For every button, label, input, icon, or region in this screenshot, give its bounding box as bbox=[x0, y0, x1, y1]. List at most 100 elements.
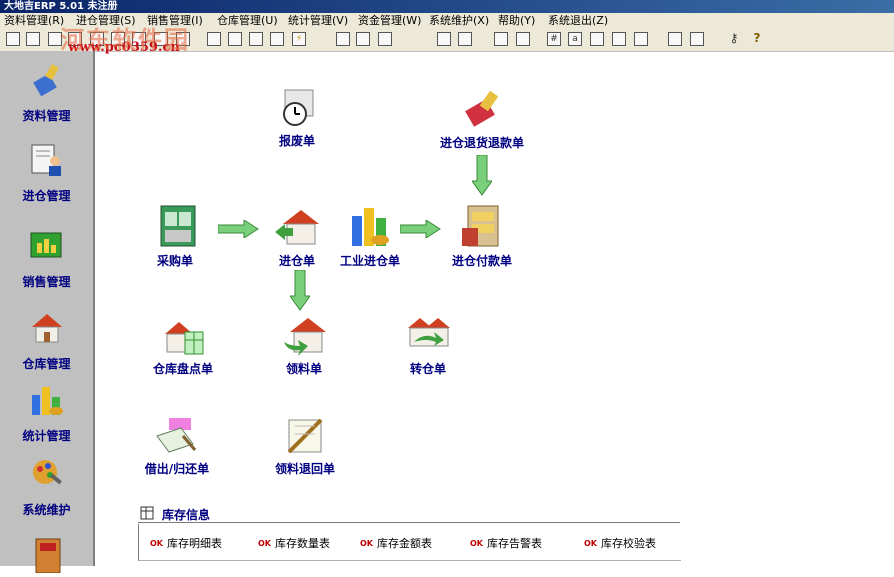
ok-icon: OK bbox=[470, 539, 483, 548]
node-label: 工业进仓单 bbox=[339, 254, 400, 268]
toolbar-open-icon[interactable] bbox=[26, 32, 40, 46]
sidebar-item-label: 资料管理 bbox=[22, 109, 71, 123]
node-material-requisition[interactable]: 领料单 bbox=[276, 312, 332, 377]
node-label: 进仓单 bbox=[278, 254, 315, 268]
menu-item-warehouse[interactable]: 仓库管理(U) bbox=[217, 13, 278, 29]
toolbar-lightning-icon[interactable]: ⚡ bbox=[292, 32, 306, 46]
toolbar-hash-icon[interactable]: # bbox=[547, 32, 561, 46]
sidebar-item-data[interactable]: 资料管理 bbox=[0, 61, 93, 124]
toolbar-edit-icon[interactable] bbox=[437, 32, 451, 46]
toolbar-tree-icon[interactable] bbox=[207, 32, 221, 46]
node-scrap[interactable]: 报废单 bbox=[262, 88, 332, 149]
exit-icon bbox=[35, 538, 60, 574]
person-doc-icon bbox=[31, 144, 61, 176]
menu-item-data[interactable]: 资料管理(R) bbox=[4, 13, 64, 29]
node-label: 领料退回单 bbox=[274, 462, 335, 476]
toolbar-brace-icon[interactable]: a bbox=[568, 32, 582, 46]
brush-icon bbox=[465, 90, 499, 127]
tag-icon bbox=[156, 418, 197, 453]
inventory-title: 库存信息 bbox=[162, 508, 211, 522]
node-stock-in[interactable]: 进仓单 bbox=[270, 204, 324, 269]
ok-icon: OK bbox=[150, 539, 163, 548]
sidebar-item-label: 进仓管理 bbox=[22, 189, 71, 203]
node-industrial-stock-in[interactable]: 工业进仓单 bbox=[330, 204, 410, 269]
window-titlebar: 大地吉ERP 5.01 未注册 bbox=[0, 0, 894, 13]
toolbar-windows-icon[interactable] bbox=[690, 32, 704, 46]
menu-item-maintenance[interactable]: 系统维护(X) bbox=[429, 13, 489, 29]
house-in-icon bbox=[275, 210, 319, 245]
inventory-link-alert[interactable]: OK 库存告警表 bbox=[470, 535, 542, 551]
help-icon[interactable]: ? bbox=[750, 32, 764, 46]
sidebar-item-label: 销售管理 bbox=[22, 275, 71, 289]
tools-icon bbox=[32, 460, 62, 485]
bar-chart-icon bbox=[31, 387, 63, 415]
sidebar-item-maintenance[interactable]: 系统维护 bbox=[0, 455, 93, 518]
toolbar-form-icon[interactable] bbox=[634, 32, 648, 46]
node-transfer[interactable]: 转仓单 bbox=[400, 312, 456, 377]
node-material-return[interactable]: 领料退回单 bbox=[260, 416, 350, 477]
node-inventory-count[interactable]: 仓库盘点单 bbox=[140, 316, 226, 377]
toolbar-chart-icon[interactable] bbox=[590, 32, 604, 46]
toolbar-link-icon[interactable] bbox=[249, 32, 263, 46]
toolbar-node-icon[interactable] bbox=[228, 32, 242, 46]
brush-icon bbox=[32, 63, 59, 97]
node-purchase[interactable]: 采购单 bbox=[148, 204, 202, 269]
ok-icon: OK bbox=[258, 539, 271, 548]
toolbar-list-icon[interactable] bbox=[378, 32, 392, 46]
sidebar-item-label: 系统维护 bbox=[22, 503, 71, 517]
sidebar-item-exit[interactable] bbox=[0, 535, 93, 577]
toolbar-network-icon[interactable] bbox=[356, 32, 370, 46]
toolbar-check-icon[interactable] bbox=[612, 32, 626, 46]
node-label: 采购单 bbox=[156, 254, 193, 268]
window-title: 大地吉ERP 5.01 未注册 bbox=[4, 1, 118, 12]
arrow-down-icon bbox=[472, 155, 492, 196]
node-lend-return[interactable]: 借出/归还单 bbox=[132, 416, 222, 477]
toolbar-org-icon[interactable] bbox=[458, 32, 472, 46]
chart-window-icon bbox=[30, 232, 61, 258]
ok-icon: OK bbox=[584, 539, 597, 548]
key-icon[interactable]: ⚷ bbox=[727, 32, 741, 46]
table-icon bbox=[140, 506, 154, 520]
node-label: 进仓退货退款单 bbox=[439, 136, 524, 150]
toolbar-new-icon[interactable] bbox=[6, 32, 20, 46]
ok-icon: OK bbox=[360, 539, 373, 548]
toolbar-message-icon[interactable] bbox=[516, 32, 530, 46]
clock-calendar-icon bbox=[283, 89, 314, 126]
node-return-refund[interactable]: 进仓退货退款单 bbox=[420, 90, 544, 151]
menu-item-statistics[interactable]: 统计管理(V) bbox=[288, 13, 348, 29]
sidebar: 资料管理 进仓管理 销售管理 仓库管理 统计管理 系统维护 bbox=[0, 51, 95, 574]
inventory-link-verify[interactable]: OK 库存校验表 bbox=[584, 535, 656, 551]
node-label: 领料单 bbox=[285, 362, 322, 376]
arrow-down-icon bbox=[290, 270, 310, 311]
sidebar-item-warehouse[interactable]: 仓库管理 bbox=[0, 309, 93, 372]
sidebar-item-label: 统计管理 bbox=[22, 429, 71, 443]
watermark-site: 河东软件园 bbox=[60, 26, 190, 54]
node-label: 转仓单 bbox=[409, 362, 446, 376]
toolbar-page-icon[interactable] bbox=[270, 32, 284, 46]
node-payment[interactable]: 进仓付款单 bbox=[442, 204, 522, 269]
inventory-link-detail[interactable]: OK 库存明细表 bbox=[150, 535, 222, 551]
menu-item-funds[interactable]: 资金管理(W) bbox=[358, 13, 421, 29]
toolbar-window-icon[interactable] bbox=[668, 32, 682, 46]
cabinet-icon bbox=[462, 205, 499, 247]
bar-chart-icon bbox=[352, 208, 389, 246]
house-table-icon bbox=[165, 322, 204, 355]
inventory-link-quantity[interactable]: OK 库存数量表 bbox=[258, 535, 330, 551]
sidebar-item-sales[interactable]: 销售管理 bbox=[0, 227, 93, 290]
house-icon bbox=[31, 314, 62, 343]
arrow-right-icon bbox=[218, 220, 259, 238]
sidebar-item-stock-in[interactable]: 进仓管理 bbox=[0, 141, 93, 204]
menu-item-exit[interactable]: 系统退出(Z) bbox=[548, 13, 608, 29]
node-label: 借出/归还单 bbox=[144, 462, 210, 476]
inventory-link-amount[interactable]: OK 库存金额表 bbox=[360, 535, 432, 551]
toolbar-calendar-icon[interactable] bbox=[494, 32, 508, 46]
arrow-right-icon bbox=[400, 220, 441, 238]
sidebar-item-label: 仓库管理 bbox=[22, 357, 71, 371]
sidebar-item-statistics[interactable]: 统计管理 bbox=[0, 381, 93, 444]
ruler-icon bbox=[287, 418, 323, 454]
toolbar-group-icon[interactable] bbox=[336, 32, 350, 46]
menu-item-help[interactable]: 帮助(Y) bbox=[498, 13, 535, 29]
node-label: 报废单 bbox=[278, 134, 315, 148]
node-label: 进仓付款单 bbox=[451, 254, 512, 268]
house-transfer-icon bbox=[408, 318, 450, 347]
